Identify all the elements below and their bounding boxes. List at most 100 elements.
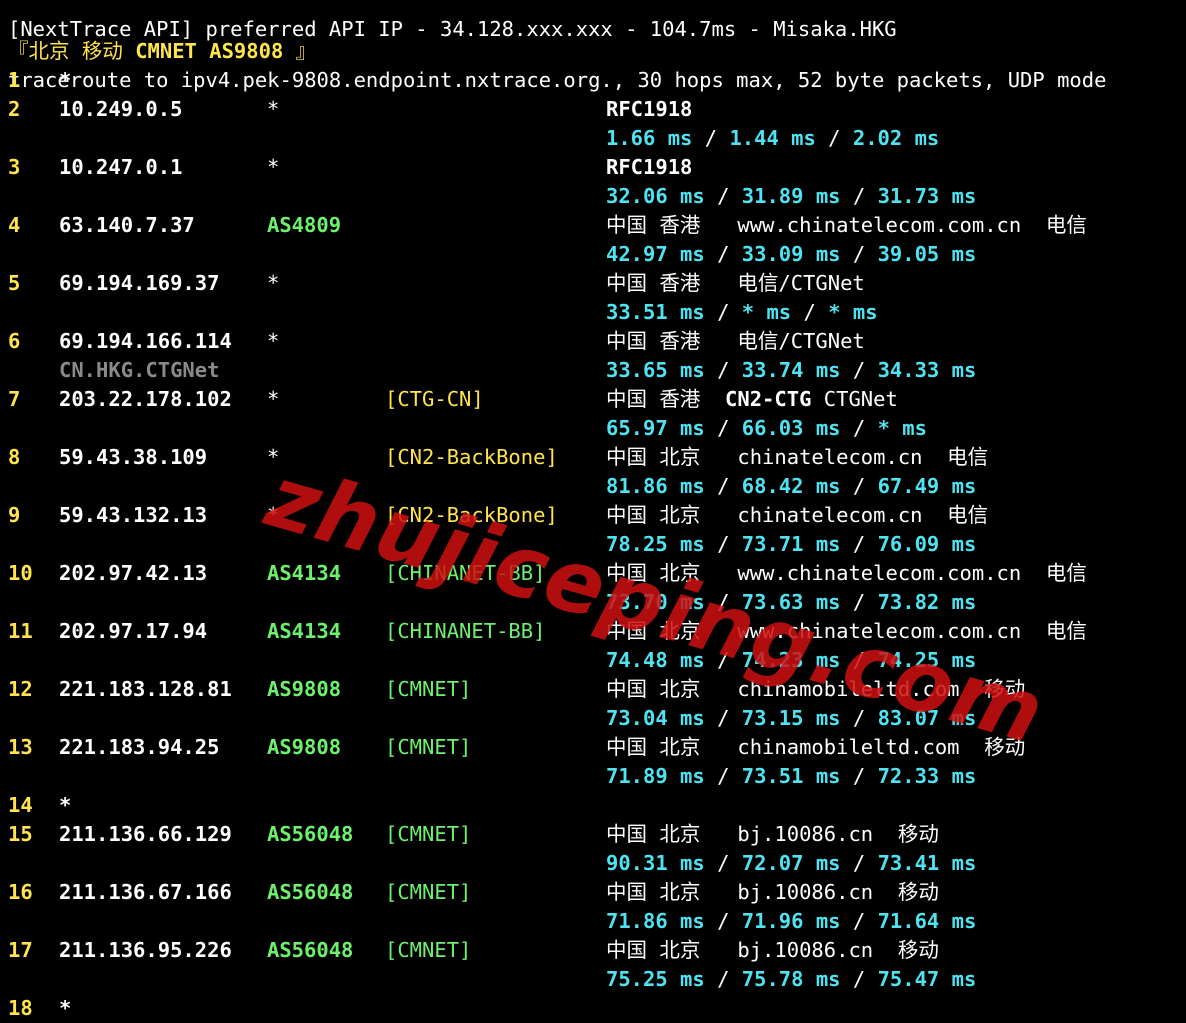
hop-asn: AS56048 <box>267 938 354 962</box>
hop-ip[interactable]: * <box>59 791 71 820</box>
hop-rtt: 90.31 ms / 72.07 ms / 73.41 ms <box>606 849 976 878</box>
rtt-value: 33.74 ms <box>741 358 841 382</box>
hop-geo-text: 中国 香港 电信/CTGNet <box>606 329 865 353</box>
hop-ip[interactable]: * <box>59 994 71 1023</box>
hop-geo-text: 中国 北京 chinatelecom.cn 电信 <box>606 503 989 527</box>
section-close-bracket: 』 <box>295 39 317 63</box>
rtt-separator: / <box>704 474 742 498</box>
rtt-separator: / <box>704 300 742 324</box>
hop-network-tag: [CN2-BackBone] <box>385 445 558 469</box>
hop-asn: AS56048 <box>267 880 354 904</box>
hop-geo-info: 中国 香港 CN2-CTG CTGNet <box>606 385 898 414</box>
hop-ip[interactable]: 59.43.132.13 <box>59 501 207 530</box>
hop-asn: * <box>267 97 280 121</box>
hop-network-tag: [CMNET] <box>385 822 472 846</box>
rtt-value: 67.49 ms <box>877 474 977 498</box>
terminal-window[interactable]: [NextTrace API] preferred API IP - 34.12… <box>0 0 1186 1020</box>
hop-network-tag: [CMNET] <box>385 938 472 962</box>
rtt-value: 32.06 ms <box>606 184 705 208</box>
hop-asn: * <box>267 329 280 353</box>
hop-ip[interactable]: 211.136.95.226 <box>59 936 232 965</box>
hop-asn: * <box>267 155 280 179</box>
hop-geo-info: 中国 香港 www.chinatelecom.com.cn 电信 <box>606 211 1087 240</box>
rtt-value: 1.44 ms <box>729 126 816 150</box>
hop-number: 17 <box>8 938 33 962</box>
hop-geo-info: 中国 北京 bj.10086.cn 移动 <box>606 820 939 849</box>
rtt-value: 33.09 ms <box>741 242 841 266</box>
hop-geo-text: 中国 香港 电信/CTGNet <box>606 271 865 295</box>
hop-number: 12 <box>8 677 33 701</box>
rtt-value: 71.89 ms <box>606 764 705 788</box>
rtt-value: 75.47 ms <box>877 967 977 991</box>
hop-number: 11 <box>8 619 33 643</box>
hop-geo-text: 中国 香港 www.chinatelecom.com.cn 电信 <box>606 213 1087 237</box>
rtt-separator: / <box>704 242 742 266</box>
hop-number: 14 <box>8 793 33 817</box>
hop-geo-text: 中国 香港 <box>606 387 726 411</box>
rtt-separator: / <box>840 532 878 556</box>
rtt-value: 81.86 ms <box>606 474 705 498</box>
rtt-separator: / <box>840 764 878 788</box>
rtt-value: 73.71 ms <box>741 532 841 556</box>
rtt-value: 76.09 ms <box>877 532 977 556</box>
hop-ip[interactable]: 211.136.66.129 <box>59 820 232 849</box>
rtt-separator: / <box>815 126 853 150</box>
hop-asn: AS9808 <box>267 677 342 701</box>
hop-ip[interactable]: 203.22.178.102 <box>59 385 232 414</box>
hop-number: 4 <box>8 213 21 237</box>
traceroute-command-line: traceroute to ipv4.pek-9808.endpoint.nxt… <box>0 37 1106 92</box>
rtt-separator: / <box>840 909 878 933</box>
rtt-value: * ms <box>741 300 792 324</box>
hop-network-tag: [CTG-CN] <box>385 387 484 411</box>
hop-geo-info: 中国 北京 chinatelecom.cn 电信 <box>606 443 988 472</box>
hop-ip[interactable]: 202.97.42.13 <box>59 559 207 588</box>
hop-geo-tail: CTGNet <box>811 387 898 411</box>
rtt-value: 73.15 ms <box>741 706 841 730</box>
rtt-separator: / <box>704 706 742 730</box>
hop-number: 2 <box>8 97 21 121</box>
rtt-value: 42.97 ms <box>606 242 705 266</box>
rtt-value: 68.42 ms <box>741 474 841 498</box>
hop-network-tag: [CHINANET-BB] <box>385 619 546 643</box>
hop-geo-text: 中国 北京 bj.10086.cn 移动 <box>606 822 939 846</box>
hop-number: 7 <box>8 387 21 411</box>
hop-rtt: 33.51 ms / * ms / * ms <box>606 298 878 327</box>
hop-ip[interactable]: * <box>59 66 71 95</box>
hop-geo-info: 中国 北京 chinatelecom.cn 电信 <box>606 501 988 530</box>
section-header-line: 『北京 移动 CMNET AS9808 』 <box>0 8 316 63</box>
hop-ip[interactable]: 10.249.0.5 <box>59 95 182 124</box>
hop-ip[interactable]: 202.97.17.94 <box>59 617 207 646</box>
rtt-separator: / <box>840 242 878 266</box>
rtt-value: 71.64 ms <box>877 909 977 933</box>
hop-geo-info: 中国 香港 电信/CTGNet <box>606 327 865 356</box>
hop-ip[interactable]: 211.136.67.166 <box>59 878 232 907</box>
hop-asn: AS56048 <box>267 822 354 846</box>
hop-geo-text: RFC1918 <box>606 97 693 121</box>
rtt-value: 31.73 ms <box>877 184 977 208</box>
rtt-value: 73.51 ms <box>741 764 841 788</box>
hop-network-tag: [CMNET] <box>385 880 472 904</box>
hop-ip[interactable]: 10.247.0.1 <box>59 153 182 182</box>
hop-asn: AS9808 <box>267 735 342 759</box>
rtt-value: 33.51 ms <box>606 300 705 324</box>
hop-number: 5 <box>8 271 21 295</box>
hop-number: 10 <box>8 561 33 585</box>
hop-number: 13 <box>8 735 33 759</box>
rtt-separator: / <box>704 909 742 933</box>
rtt-value: 33.65 ms <box>606 358 705 382</box>
hop-asn: * <box>267 387 280 411</box>
hop-ip[interactable]: 63.140.7.37 <box>59 211 195 240</box>
hop-ip[interactable]: 221.183.94.25 <box>59 733 219 762</box>
rtt-value: 72.33 ms <box>877 764 977 788</box>
rtt-separator: / <box>704 358 742 382</box>
hop-ip[interactable]: 59.43.38.109 <box>59 443 207 472</box>
hop-number: 6 <box>8 329 21 353</box>
hop-number: 16 <box>8 880 33 904</box>
hop-number: 3 <box>8 155 21 179</box>
hop-ip[interactable]: 221.183.128.81 <box>59 675 232 704</box>
hop-rtt: 71.86 ms / 71.96 ms / 71.64 ms <box>606 907 976 936</box>
rtt-value: 1.66 ms <box>606 126 693 150</box>
hop-ip[interactable]: 69.194.169.37 <box>59 269 219 298</box>
rtt-separator: / <box>692 126 730 150</box>
hop-ip[interactable]: 69.194.166.114 <box>59 327 232 356</box>
